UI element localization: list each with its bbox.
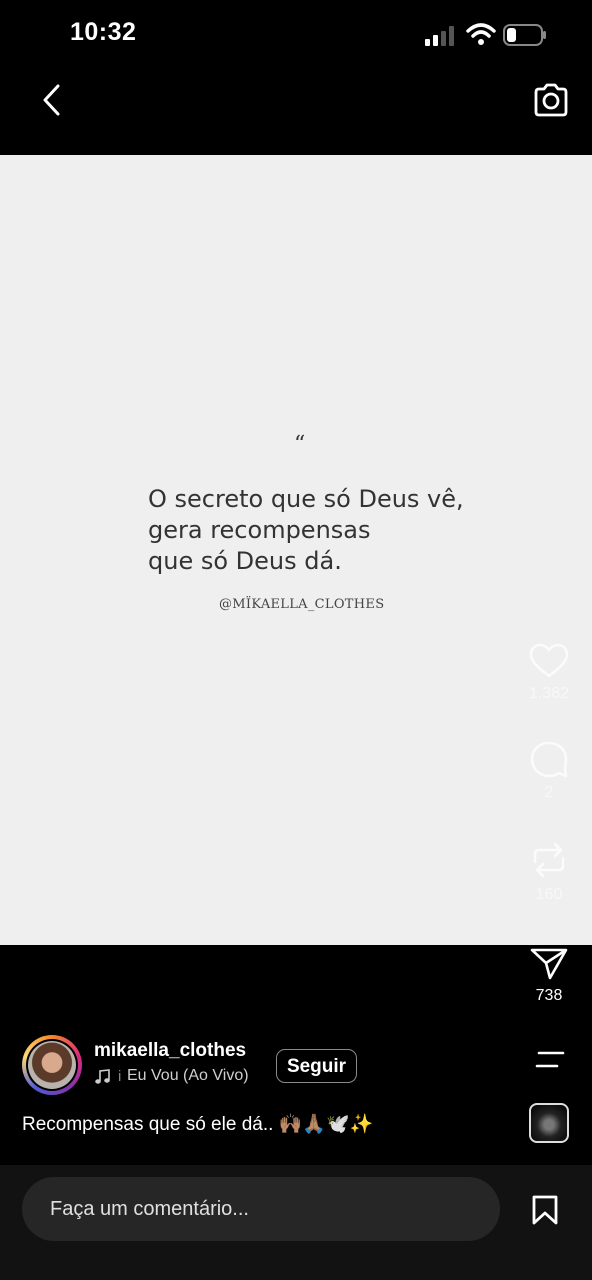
avatar[interactable] <box>28 1041 76 1089</box>
music-title[interactable]: Eu Vou (Ao Vivo) <box>127 1067 249 1085</box>
like-count: 1.382 <box>528 685 570 702</box>
share-count: 738 <box>535 987 563 1004</box>
repost-button[interactable]: 160 <box>518 840 580 904</box>
music-thumbnail[interactable] <box>529 1103 569 1143</box>
status-time: 10:32 <box>70 18 137 46</box>
quote-line: gera recompensas <box>148 516 371 544</box>
music-separator: i <box>118 1068 122 1085</box>
like-button[interactable]: 1.382 <box>518 643 580 703</box>
repost-icon <box>533 842 565 878</box>
quote-signature: @MÏKAELLA_CLOTHES <box>219 597 385 612</box>
quote-line: O secreto que só Deus vê, <box>148 485 464 513</box>
comment-input[interactable]: Faça um comentário... <box>22 1177 500 1241</box>
comment-button[interactable]: 2 <box>518 740 580 802</box>
cellular-signal-icon <box>425 26 454 46</box>
bookmark-icon[interactable] <box>530 1194 560 1226</box>
quote-text: O secreto que só Deus vê, gera recompens… <box>148 484 478 577</box>
comment-icon <box>530 741 568 778</box>
share-button[interactable]: 738 <box>518 945 580 1005</box>
quote-line: que só Deus dá. <box>148 547 342 575</box>
music-note-icon <box>95 1069 110 1084</box>
camera-icon[interactable] <box>532 82 570 118</box>
quote-mark: “ <box>294 432 306 457</box>
heart-icon <box>529 643 569 678</box>
username[interactable]: mikaella_clothes <box>94 1040 246 1062</box>
follow-button[interactable]: Seguir <box>276 1049 357 1083</box>
send-icon <box>530 948 568 980</box>
menu-icon[interactable] <box>535 1050 565 1070</box>
repost-count: 160 <box>535 886 563 903</box>
battery-icon <box>503 24 546 46</box>
post-caption[interactable]: Recompensas que só ele dá.. 🙌🏽🙏🏽🕊️✨ <box>22 1112 373 1136</box>
comment-count: 2 <box>544 784 554 801</box>
wifi-icon <box>466 23 496 45</box>
back-icon[interactable] <box>38 82 68 118</box>
